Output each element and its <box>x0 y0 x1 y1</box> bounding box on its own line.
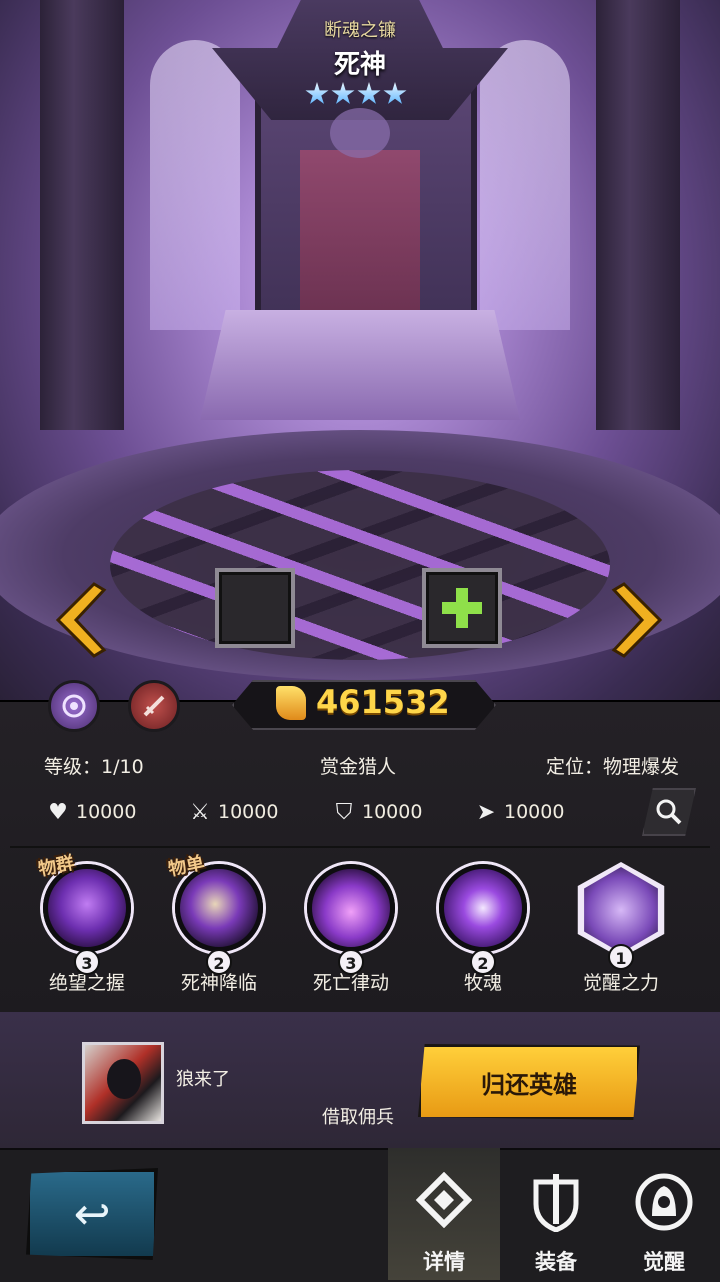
skill-icon-soul-herding: 2 <box>439 864 527 975</box>
search-icon <box>656 799 682 825</box>
skill-level-badge: 1 <box>608 944 634 970</box>
awaken-icon <box>608 1172 720 1236</box>
equipment-slot-empty[interactable] <box>215 568 295 648</box>
hero-position: 定位：物理爆发 <box>546 756 680 778</box>
tab-label: 觉醒 <box>643 1250 685 1274</box>
mercenary-avatar[interactable] <box>82 1042 164 1124</box>
weapon-name: 断魂之镰 <box>324 20 396 41</box>
star-icon <box>357 82 381 104</box>
combat-power-icon <box>276 686 306 720</box>
star-icon <box>331 82 355 104</box>
skill-slot-5[interactable]: 1 觉醒之力 <box>566 862 676 995</box>
skill-level-badge: 3 <box>74 949 100 975</box>
skill-level-badge: 2 <box>206 949 232 975</box>
combat-power-value: 461532 <box>316 683 450 721</box>
hero-job: 赏金猎人 <box>320 756 397 778</box>
divider <box>10 846 710 848</box>
back-button[interactable]: ↩ <box>26 1168 158 1260</box>
return-hero-button[interactable]: 归还英雄 <box>418 1044 640 1120</box>
stat-attack: ⚔ 10000 <box>188 799 279 825</box>
skill-slot-1[interactable]: 3 绝望之握 <box>32 864 142 995</box>
skill-slot-3[interactable]: 3 死亡律动 <box>296 864 406 995</box>
details-icon <box>388 1171 500 1236</box>
cathedral-window <box>150 40 240 330</box>
tab-equipment[interactable]: 装备 <box>500 1148 612 1280</box>
tab-label: 装备 <box>535 1250 577 1274</box>
stat-defense: ⛉ 10000 <box>332 799 423 825</box>
next-hero-arrow-icon[interactable] <box>610 580 670 660</box>
skill-icon-awaken-power <box>584 867 658 953</box>
cathedral-window <box>480 40 570 330</box>
hero-name: 死神 <box>333 50 386 80</box>
stat-row: ♥ 10000 ⚔ 10000 ⛉ 10000 ➤ 10000 <box>0 800 720 834</box>
skill-level-badge: 2 <box>470 949 496 975</box>
defense-icon: ⛉ <box>335 799 353 825</box>
stat-value: 10000 <box>218 801 279 823</box>
stat-health: ♥ 10000 <box>46 799 137 825</box>
stat-value: 10000 <box>362 801 423 823</box>
star-icon <box>383 82 407 104</box>
floor-grate <box>110 470 610 660</box>
stat-value: 10000 <box>76 801 137 823</box>
stat-speed: ➤ 10000 <box>474 799 565 825</box>
speed-icon: ➤ <box>476 799 496 825</box>
hero-star-rating <box>305 82 415 110</box>
back-arrow-icon: ↩ <box>73 1188 111 1240</box>
skull-emblem-icon <box>330 108 390 158</box>
class-sword-icon[interactable] <box>128 680 180 732</box>
tab-details[interactable]: 详情 <box>388 1148 500 1280</box>
equipment-icon <box>500 1172 612 1236</box>
mercenary-portrait <box>107 1059 141 1099</box>
hero-level: 等级：1/10 <box>44 756 144 778</box>
plus-icon <box>442 588 482 628</box>
skill-icon-death-rhythm: 3 <box>307 864 395 975</box>
faction-dark-icon[interactable] <box>48 680 100 732</box>
borrow-mercenary-label: 借取佣兵 <box>322 1107 394 1128</box>
skill-slot-4[interactable]: 2 牧魂 <box>428 864 538 995</box>
mercenary-name: 狼来了 <box>176 1069 230 1090</box>
skill-name: 觉醒之力 <box>582 972 659 994</box>
throne-seat <box>200 310 520 420</box>
skill-level-badge: 3 <box>338 949 364 975</box>
previous-hero-arrow-icon[interactable] <box>48 580 108 660</box>
star-icon <box>305 82 329 104</box>
attack-icon: ⚔ <box>190 799 210 825</box>
tab-label: 详情 <box>423 1250 465 1274</box>
stat-value: 10000 <box>504 801 565 823</box>
skill-slot-2[interactable]: 2 死神降临 <box>164 864 274 995</box>
tab-awaken[interactable]: 觉醒 <box>608 1148 720 1280</box>
health-icon: ♥ <box>48 799 68 825</box>
equipment-slot-add[interactable] <box>422 568 502 648</box>
